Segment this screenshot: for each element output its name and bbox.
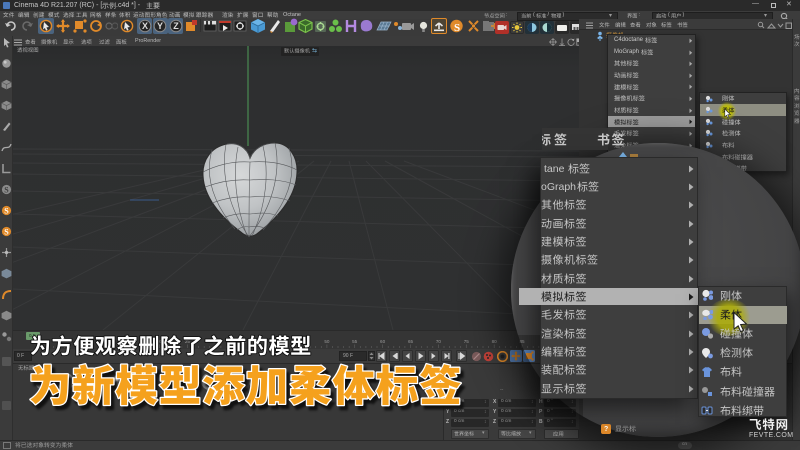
svg-text:75: 75 xyxy=(464,339,470,344)
svg-text:70: 70 xyxy=(436,339,442,344)
svg-text:Z: Z xyxy=(173,21,179,31)
svg-text:S: S xyxy=(4,206,9,215)
svg-text:50: 50 xyxy=(324,339,330,344)
svg-text:S: S xyxy=(4,227,9,236)
svg-text:X: X xyxy=(141,21,147,31)
svg-text:S: S xyxy=(454,22,460,34)
svg-text:60: 60 xyxy=(380,339,386,344)
svg-text:S: S xyxy=(4,185,9,194)
svg-text:Y: Y xyxy=(157,21,163,31)
svg-text:80: 80 xyxy=(492,339,498,344)
svg-text:65: 65 xyxy=(408,339,414,344)
svg-text:55: 55 xyxy=(352,339,358,344)
